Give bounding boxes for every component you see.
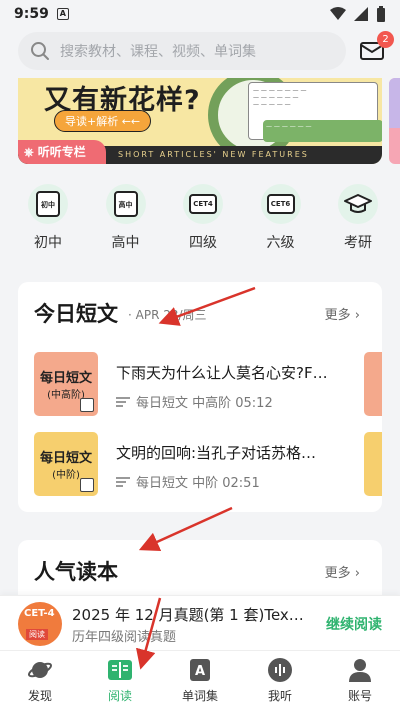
article-item[interactable]: 每日短文 (中阶) 文明的回响:当孔子对话苏格… 每日短文 中阶 02:51 [34,432,382,496]
category-icon-junior: 初中 [28,184,68,224]
banner-tag: 导读+解析 ←← [54,110,152,132]
status-time: 9:59 [14,6,49,22]
banner-column-label: ⎈ 听听专栏 [18,140,106,164]
headphone-icon: ⎈ [24,145,34,159]
book-icon: 初中 [36,191,60,217]
text-lines-icon [116,396,130,407]
bookmark-icon [80,478,94,492]
article-meta-text: 每日短文 中阶 02:51 [136,476,260,491]
banner-column-text: 听听专栏 [37,145,86,159]
bookmark-icon [80,398,94,412]
cet6-icon: CET6 [266,194,295,214]
audio-wave-icon [268,658,292,682]
article-title: 下雨天为什么让人莫名心安?F… [116,364,328,382]
category-icon-postgrad [338,184,378,224]
thumb-title: 每日短文 [39,371,92,386]
banner-card2-illustration: — — — — — — [263,120,382,142]
word-card-icon: A [190,659,210,681]
daily-date: · APR 23/周三 [128,308,207,322]
continue-reading-button[interactable]: 继续阅读 [326,614,382,634]
cover-label: CET-4 [24,608,55,619]
book-cover: CET-4 阅读 [18,602,62,646]
tab-label: 阅读 [107,689,132,703]
status-bar: 9:59 A [0,0,400,28]
bottom-tab-bar: 发现 阅读 A 单词集 我听 账号 [0,650,400,710]
thumb-level: (中阶) [52,470,80,481]
category-label: 四级 [189,235,217,251]
notification-a-icon: A [56,8,69,20]
category-label: 高中 [111,235,140,251]
tab-listen[interactable]: 我听 [240,651,320,710]
next-article-peek [364,432,382,496]
tab-read[interactable]: 阅读 [80,651,160,710]
user-icon [349,659,371,682]
popular-more-link[interactable]: 更多 › [325,562,360,581]
text-lines-icon [116,476,130,487]
article-thumbnail: 每日短文 (中高阶) [34,352,98,416]
popular-title: 人气读本 [34,560,118,584]
article-item[interactable]: 每日短文 (中高阶) 下雨天为什么让人莫名心安?F… 每日短文 中高阶 05:1… [34,352,382,416]
cover-badge: 阅读 [26,629,48,640]
search-input[interactable]: 搜索教材、课程、视频、单词集 [18,32,346,70]
category-cet6[interactable]: CET6 六级 [253,184,309,254]
tab-wordlist[interactable]: A 单词集 [160,651,240,710]
daily-more-link[interactable]: 更多 › [325,304,360,323]
battery-icon [377,6,385,22]
article-meta: 每日短文 中高阶 05:12 [116,392,273,411]
article-meta: 每日短文 中阶 02:51 [116,472,260,491]
article-title: 文明的回响:当孔子对话苏格… [116,444,317,462]
category-cet4[interactable]: CET4 四级 [175,184,231,254]
status-right [330,6,386,22]
category-label: 考研 [344,235,372,251]
category-senior[interactable]: 高中 高中 [98,184,154,254]
daily-title: 今日短文 [34,302,118,326]
open-book-icon [108,660,132,680]
category-junior[interactable]: 初中 初中 [20,184,76,254]
now-reading-bar[interactable]: CET-4 阅读 2025 年 12 月真题(第 1 套)Tex… 历年四级阅读… [0,595,400,650]
search-placeholder: 搜索教材、课程、视频、单词集 [60,44,256,60]
search-row: 搜索教材、课程、视频、单词集 2 [18,31,394,70]
tab-label: 单词集 [181,689,218,703]
message-button[interactable]: 2 [358,31,394,65]
category-postgrad[interactable]: 考研 [330,184,386,254]
planet-icon [27,662,53,678]
tab-label: 我听 [267,689,292,703]
now-reading-title: 2025 年 12 月真题(第 1 套)Tex… [72,606,304,624]
svg-text:A: A [195,664,205,679]
signal-icon [354,7,368,21]
category-label: 初中 [34,235,62,251]
now-reading-subtitle: 历年四级阅读真题 [72,630,177,645]
category-icon-senior: 高中 [105,184,146,224]
search-icon [31,42,49,60]
next-article-peek [364,352,382,416]
promo-banner[interactable]: 又有新花样? 导读+解析 ←← — — — — — — — — — — — — —… [18,78,382,164]
message-badge: 2 [377,31,394,48]
category-row: 初中 初中 高中 高中 CET4 四级 CET6 六级 考研 [20,184,386,254]
daily-articles-card: 今日短文 · APR 23/周三 更多 › 每日短文 (中高阶) 下雨天为什么让… [18,282,382,512]
cet4-icon: CET4 [189,194,217,214]
tab-discover[interactable]: 发现 [0,651,80,710]
tab-label: 账号 [347,689,372,703]
thumb-title: 每日短文 [39,451,92,466]
article-thumbnail: 每日短文 (中阶) [34,432,98,496]
category-icon-cet6: CET6 [260,184,301,224]
article-meta-text: 每日短文 中高阶 05:12 [136,396,273,411]
next-banner-peek-top [389,78,400,128]
graduation-cap-icon [344,194,372,213]
tab-label: 发现 [27,689,52,703]
book-icon: 高中 [113,191,138,217]
wifi-icon [330,7,346,20]
category-label: 六级 [266,235,295,251]
tab-account[interactable]: 账号 [320,651,400,710]
category-icon-cet4: CET4 [183,184,223,224]
